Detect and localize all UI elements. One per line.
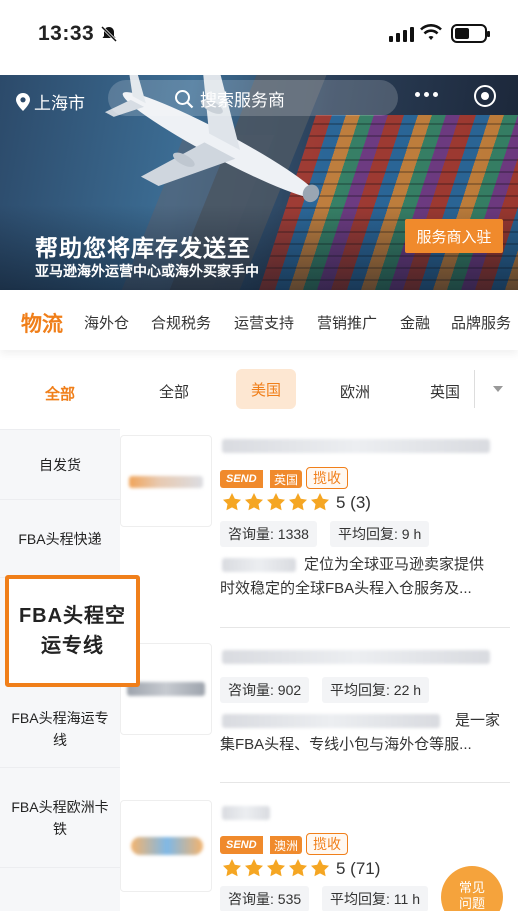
inquiry-count: 咨询量: 902 xyxy=(220,677,310,703)
sidebar-item-fba-sea[interactable]: FBA头程海运专线 xyxy=(0,690,120,768)
region-us[interactable]: 美国 xyxy=(236,369,296,409)
provider-description-line1: 是一家 xyxy=(455,712,501,729)
provider-name-blurred xyxy=(222,806,270,820)
sidebar-item-all[interactable]: 全部 xyxy=(0,360,120,430)
location-selector[interactable]: 上海市 xyxy=(16,89,85,114)
search-icon xyxy=(175,90,194,109)
avg-reply-time: 平均回复: 9 h xyxy=(330,521,430,547)
star-icon xyxy=(311,859,329,877)
tab-overseas-warehouse[interactable]: 海外仓 xyxy=(84,312,129,333)
star-icon xyxy=(245,859,263,877)
star-icon xyxy=(267,859,285,877)
tab-logistics[interactable]: 物流 xyxy=(21,308,63,338)
tab-finance[interactable]: 金融 xyxy=(400,312,430,333)
rating-stars xyxy=(222,492,330,512)
inquiry-count: 咨询量: 535 xyxy=(220,886,310,911)
pickup-badge: 揽收 xyxy=(306,467,348,489)
more-options-icon[interactable] xyxy=(415,92,438,97)
banner-headline: 帮助您将库存发送至 xyxy=(35,235,251,261)
status-bar: 13:33 xyxy=(0,0,518,75)
pickup-badge: 揽收 xyxy=(306,833,348,855)
provider-description-line1: 定位为全球亚马逊卖家提供 xyxy=(304,556,485,573)
tab-compliance-tax[interactable]: 合规税务 xyxy=(151,312,211,333)
wifi-icon xyxy=(420,24,442,40)
inquiry-count: 咨询量: 1338 xyxy=(220,521,317,547)
faq-label: 常见问题 xyxy=(458,880,485,911)
sidebar-item-self-ship[interactable]: 自发货 xyxy=(0,430,120,500)
status-time: 13:33 xyxy=(38,22,95,45)
provider-name-blurred xyxy=(222,439,490,453)
sidebar-item-fba-air[interactable]: FBA头程空运专线 xyxy=(5,575,140,687)
region-us-label: 美国 xyxy=(250,381,281,399)
provider-description-line2: 时效稳定的全球FBA头程入仓服务及... xyxy=(220,580,472,597)
star-icon xyxy=(267,493,285,511)
tab-operations-support[interactable]: 运营支持 xyxy=(234,312,294,333)
provider-logo xyxy=(120,800,212,892)
region-all[interactable]: 全部 xyxy=(159,381,189,402)
region-europe[interactable]: 欧洲 xyxy=(340,381,370,402)
faq-button[interactable]: 常见问题 xyxy=(441,866,503,911)
rating-text: 5 (71) xyxy=(336,859,381,878)
star-icon xyxy=(289,493,307,511)
star-icon xyxy=(245,493,263,511)
avg-reply-time: 平均回复: 22 h xyxy=(322,677,430,703)
provider-description-line2: 集FBA头程、专线小包与海外仓等服... xyxy=(220,736,472,753)
star-icon xyxy=(289,859,307,877)
send-badge: SEND xyxy=(220,836,263,854)
search-input[interactable]: 搜索服务商 xyxy=(108,80,398,116)
star-icon xyxy=(223,493,241,511)
banner-subline: 亚马逊海外运营中心或海外买家手中 xyxy=(35,263,259,279)
tab-brand-services[interactable]: 品牌服务 xyxy=(451,312,511,333)
search-placeholder: 搜索服务商 xyxy=(200,90,285,110)
region-uk[interactable]: 英国 xyxy=(430,381,460,402)
sidebar-item-fba-eu-rail[interactable]: FBA头程欧洲卡铁 xyxy=(0,768,120,868)
star-icon xyxy=(223,859,241,877)
battery-icon xyxy=(451,24,490,43)
sidebar-item-fba-air-label: FBA头程空运专线 xyxy=(18,605,127,657)
location-label: 上海市 xyxy=(34,94,85,113)
provider-logo xyxy=(120,435,212,527)
star-icon xyxy=(311,493,329,511)
avg-reply-time: 平均回复: 11 h xyxy=(322,886,428,911)
provider-name-blurred xyxy=(222,650,490,664)
provider-join-button[interactable]: 服务商入驻 xyxy=(405,219,503,253)
rating-stars xyxy=(222,858,330,878)
sidebar-item-fba-express[interactable]: FBA头程快递 xyxy=(0,500,120,578)
country-badge: 英国 xyxy=(270,470,303,488)
rating-text: 5 (3) xyxy=(336,493,371,512)
location-pin-icon xyxy=(16,92,30,111)
tab-marketing[interactable]: 营销推广 xyxy=(317,312,377,333)
send-badge: SEND xyxy=(220,470,263,488)
country-badge: 澳洲 xyxy=(270,836,303,854)
bell-muted-icon xyxy=(100,25,118,43)
region-expand-icon[interactable] xyxy=(493,386,503,392)
mini-program-close-icon[interactable] xyxy=(474,85,496,107)
cellular-signal-icon xyxy=(389,26,414,42)
